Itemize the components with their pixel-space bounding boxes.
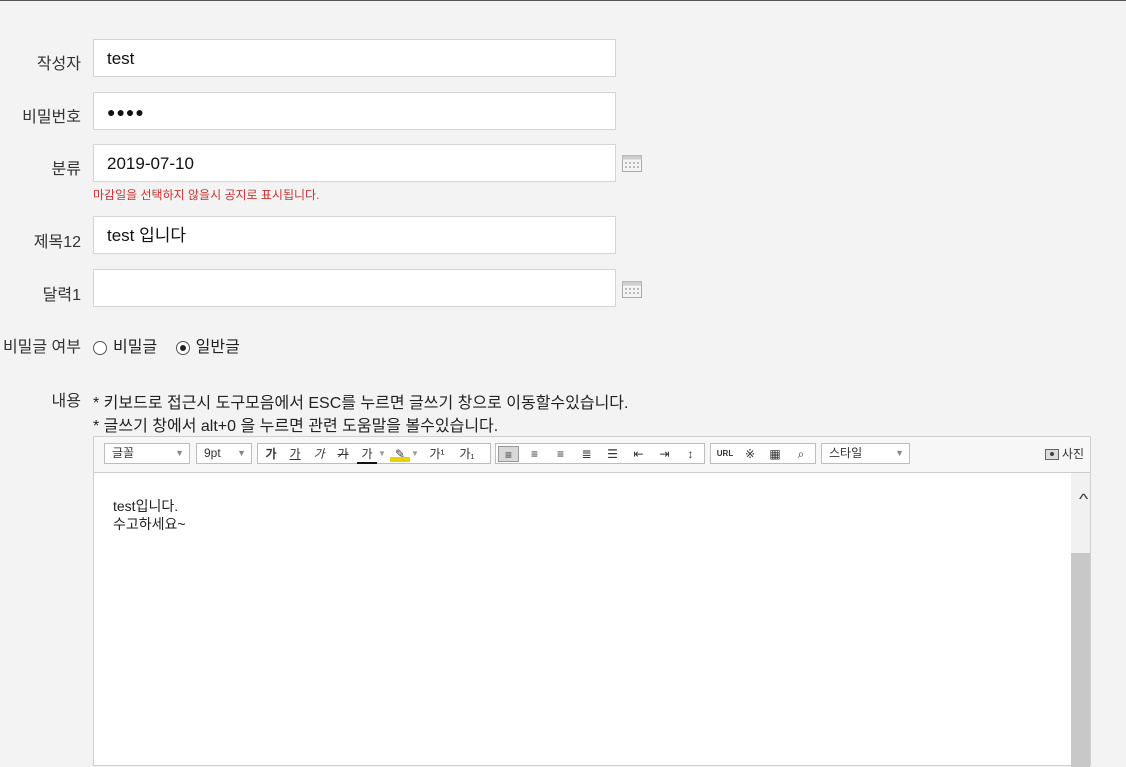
outdent-icon[interactable]: ⇤	[628, 446, 649, 462]
category-label: 분류	[51, 161, 81, 178]
font-select-value: 글꼴	[112, 446, 135, 460]
title-label: 제목12	[33, 234, 81, 251]
style-select-value: 스타일	[829, 446, 863, 460]
insert-group: URL ※ ▦ ⌕	[710, 443, 816, 464]
search-icon[interactable]: ⌕	[790, 446, 812, 462]
superscript-button[interactable]: 가¹	[424, 446, 450, 462]
calendar-icon[interactable]	[622, 154, 642, 172]
editor-toolbar: 글꼴 ▼ 9pt ▼ 가 가 가 가 가 ▼ ✎ ▼ 가¹ 가₁ ≡ ≡ ≡ ≣ ☰…	[94, 437, 1090, 473]
indent-icon[interactable]: ⇥	[654, 446, 675, 462]
editor-note-1: * 키보드로 접근시 도구모음에서 ESC를 누르면 글쓰기 창으로 이동할수있…	[93, 395, 629, 412]
radio-normal-label: 일반글	[195, 339, 240, 356]
line-height-icon[interactable]: ↕	[680, 446, 701, 462]
paragraph-group: ≡ ≡ ≡ ≣ ☰ ⇤ ⇥ ↕	[495, 443, 705, 464]
url-link-icon[interactable]: URL	[714, 446, 736, 462]
style-select[interactable]: 스타일 ▼	[821, 443, 910, 464]
table-icon[interactable]: ▦	[764, 446, 786, 462]
numbered-list-icon[interactable]: ☰	[602, 446, 623, 462]
align-justify-icon[interactable]: ≣	[576, 446, 597, 462]
camera-icon	[1044, 449, 1059, 461]
category-hint: 마감일을 선택하지 않을시 공지로 표시됩니다.	[93, 188, 320, 202]
text-format-group: 가 가 가 가 가 ▼ ✎ ▼ 가¹ 가₁	[257, 443, 491, 464]
size-select[interactable]: 9pt ▼	[196, 443, 252, 464]
scroll-up-icon[interactable]: ^	[1079, 491, 1088, 508]
align-left-icon[interactable]: ≡	[498, 446, 519, 462]
content-line: test입니다.	[113, 498, 179, 514]
password-input[interactable]: ●●●●	[93, 92, 616, 130]
font-color-button[interactable]: 가	[357, 446, 377, 464]
chevron-down-icon: ▼	[237, 448, 246, 458]
secret-radio-group: 비밀글 일반글	[93, 333, 254, 357]
italic-button[interactable]: 가	[309, 446, 329, 462]
scrollbar-thumb[interactable]	[1071, 553, 1090, 767]
title-input[interactable]: test 입니다	[93, 216, 616, 254]
chevron-down-icon: ▼	[895, 448, 904, 458]
align-right-icon[interactable]: ≡	[550, 446, 571, 462]
scrollbar[interactable]	[1071, 473, 1090, 767]
underline-button[interactable]: 가	[285, 446, 305, 462]
editor-content[interactable]: test입니다. 수고하세요~	[113, 497, 186, 533]
radio-circle[interactable]	[93, 340, 107, 355]
editor-note-2: * 글쓰기 창에서 alt+0 을 누르면 관련 도움말을 볼수있습니다.	[93, 418, 499, 435]
radio-circle-selected[interactable]	[175, 340, 190, 355]
content-label: 내용	[51, 393, 81, 410]
top-border	[0, 0, 1126, 1]
chevron-down-icon[interactable]: ▼	[411, 446, 419, 462]
chevron-down-icon[interactable]: ▼	[378, 446, 386, 462]
size-select-value: 9pt	[204, 446, 221, 460]
calendar-label: 달력1	[42, 287, 81, 304]
secret-label: 비밀글 여부	[2, 339, 81, 356]
photo-button[interactable]: 사진	[1044, 445, 1084, 462]
special-char-icon[interactable]: ※	[740, 446, 760, 462]
radio-secret-label: 비밀글	[113, 339, 158, 356]
content-line: 수고하세요~	[113, 516, 186, 532]
strikethrough-button[interactable]: 가	[333, 446, 353, 462]
font-select[interactable]: 글꼴 ▼	[104, 443, 190, 464]
author-label: 작성자	[36, 56, 81, 73]
subscript-button[interactable]: 가₁	[454, 446, 480, 462]
bold-button[interactable]: 가	[261, 446, 281, 462]
align-center-icon[interactable]: ≡	[524, 446, 545, 462]
calendar-input[interactable]	[93, 269, 616, 307]
radio-normal[interactable]: 일반글	[175, 333, 240, 357]
author-input[interactable]: test	[93, 39, 616, 77]
highlight-icon[interactable]: ✎	[390, 446, 410, 462]
category-date-input[interactable]: 2019-07-10	[93, 144, 616, 182]
password-label: 비밀번호	[22, 109, 81, 126]
calendar-icon[interactable]	[622, 280, 642, 298]
chevron-down-icon: ▼	[175, 448, 184, 458]
photo-label: 사진	[1061, 447, 1084, 461]
radio-secret[interactable]: 비밀글	[93, 333, 157, 357]
rich-text-editor: 글꼴 ▼ 9pt ▼ 가 가 가 가 가 ▼ ✎ ▼ 가¹ 가₁ ≡ ≡ ≡ ≣ ☰…	[93, 436, 1091, 767]
